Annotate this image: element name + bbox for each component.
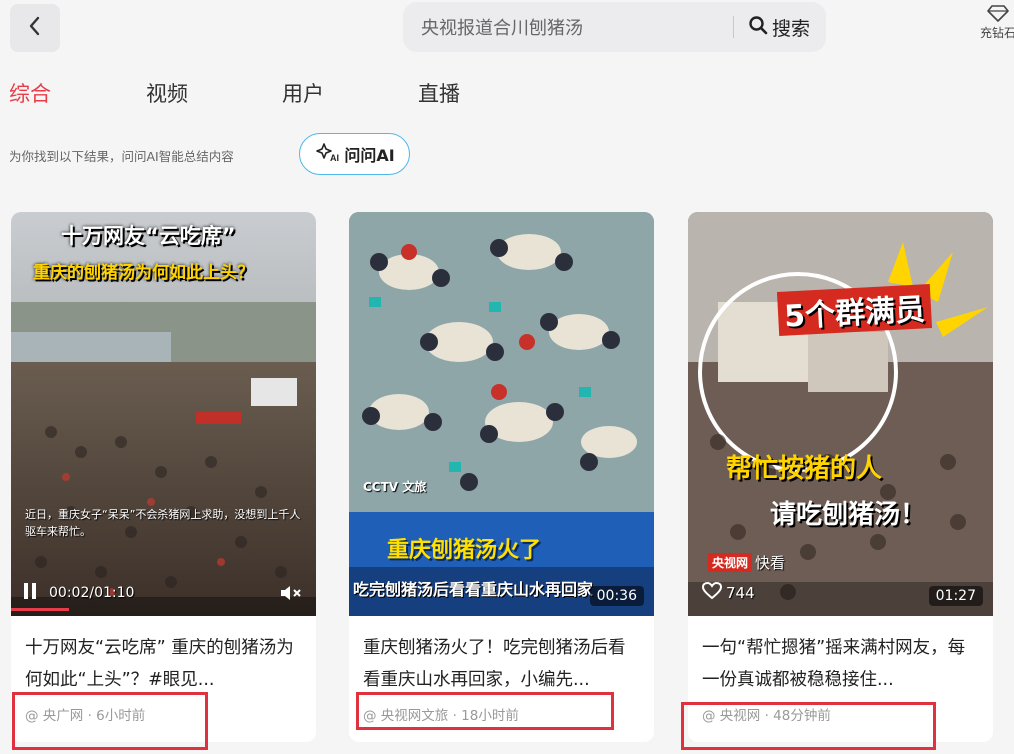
source-badge: 央视网	[708, 553, 753, 572]
channel-logo: CCTV 文旅	[363, 480, 427, 494]
ask-ai-button[interactable]: AI 问问AI	[299, 133, 410, 175]
chevron-left-icon	[26, 15, 44, 41]
like-count: 744	[701, 581, 755, 604]
card-title[interactable]: 十万网友“云吃席” 重庆的刨猪汤为何如此“上头”？#眼见...	[25, 632, 303, 696]
search-bar: 央视报道合川刨猪汤 搜索	[403, 2, 826, 52]
ai-hint-text: 为你找到以下结果，问问AI智能总结内容	[9, 149, 234, 164]
search-button-label: 搜索	[771, 17, 810, 40]
ask-ai-label: 问问AI	[344, 146, 395, 165]
video-duration: 01:27	[928, 586, 983, 606]
highlight-box	[356, 692, 614, 730]
recharge-label: 充钻石	[979, 26, 1014, 40]
thumbnail-headline: 5个群满员	[776, 284, 932, 336]
mute-icon[interactable]	[279, 583, 303, 607]
thumbnail-subheadline: 帮忙按猪的人	[726, 454, 883, 484]
playback-time: 00:02/01:10	[49, 585, 135, 601]
highlight-box	[681, 702, 936, 750]
search-input[interactable]: 央视报道合川刨猪汤	[421, 14, 733, 40]
tab-comprehensive[interactable]: 综合	[9, 78, 51, 108]
source-suffix: 快看	[755, 554, 786, 572]
player-controls: 00:02/01:10	[23, 582, 134, 604]
tab-live[interactable]: 直播	[418, 78, 460, 108]
heart-icon	[701, 581, 723, 604]
pause-icon[interactable]	[23, 582, 37, 604]
recharge-button[interactable]: 充钻石	[974, 4, 1014, 41]
back-button[interactable]	[10, 4, 60, 52]
video-duration: 00:36	[589, 586, 644, 606]
like-count-value: 744	[726, 584, 755, 602]
thumbnail-caption: 近日，重庆女子“呆呆”不会杀猪网上求助，没想到上千人驱车来帮忙。	[25, 508, 301, 538]
highlight-box	[12, 692, 208, 750]
search-button[interactable]: 搜索	[734, 14, 826, 41]
video-card[interactable]: 十万网友“云吃席” 重庆的刨猪汤为何如此上头？ 近日，重庆女子“呆呆”不会杀猪网…	[11, 212, 316, 742]
thumbnail-banner-subheadline: 吃完刨猪汤后看看重庆山水再回家	[353, 580, 594, 599]
video-thumbnail[interactable]: CCTV 文旅 重庆刨猪汤火了 吃完刨猪汤后看看重庆山水再回家 00:36	[349, 212, 654, 616]
video-card[interactable]: CCTV 文旅 重庆刨猪汤火了 吃完刨猪汤后看看重庆山水再回家 00:36 重庆…	[349, 212, 654, 742]
svg-text:AI: AI	[330, 153, 339, 163]
diamond-icon	[974, 4, 1014, 24]
thumbnail-subheadline: 重庆的刨猪汤为何如此上头？	[33, 263, 254, 283]
video-card[interactable]: 5个群满员 帮忙按猪的人 请吃刨猪汤！ 央视网 快看 744 01:27 一句“…	[688, 212, 993, 742]
tab-user[interactable]: 用户	[282, 78, 324, 108]
thumbnail-subheadline-2: 请吃刨猪汤！	[770, 500, 927, 530]
card-title[interactable]: 重庆刨猪汤火了！吃完刨猪汤后看看重庆山水再回家，小编先...	[363, 632, 641, 696]
thumbnail-headline: 十万网友“云吃席”	[61, 224, 236, 248]
source-tag: 央视网 快看	[708, 552, 785, 573]
tab-bar: 综合 视频 用户 直播	[0, 78, 600, 112]
video-thumbnail[interactable]: 5个群满员 帮忙按猪的人 请吃刨猪汤！ 央视网 快看 744 01:27	[688, 212, 993, 616]
search-icon	[748, 15, 768, 40]
tab-video[interactable]: 视频	[146, 78, 188, 108]
card-title[interactable]: 一句“帮忙摁猪”摇来满村网友，每一份真诚都被稳稳接住...	[702, 632, 980, 696]
thumbnail-banner-headline: 重庆刨猪汤火了	[387, 538, 542, 563]
ai-icon: AI	[314, 141, 340, 167]
video-thumbnail[interactable]: 十万网友“云吃席” 重庆的刨猪汤为何如此上头？ 近日，重庆女子“呆呆”不会杀猪网…	[11, 212, 316, 616]
